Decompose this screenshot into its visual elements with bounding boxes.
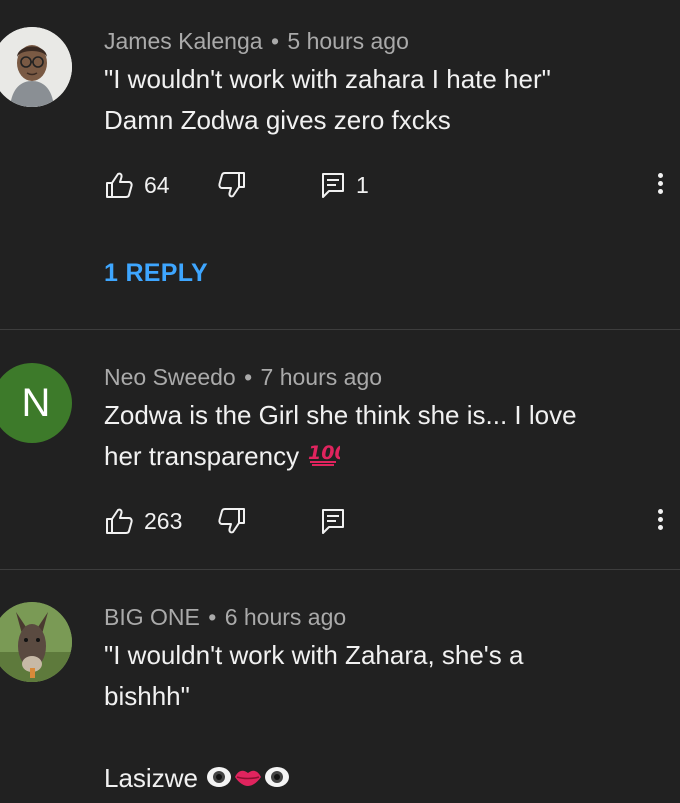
comment-line-wrap: her transparency 100 xyxy=(104,436,644,479)
comment-actions: 64 1 xyxy=(104,170,664,202)
eye-icon xyxy=(205,760,233,801)
comment-line: her transparency xyxy=(104,441,300,471)
dislike-icon[interactable] xyxy=(217,506,247,536)
person-glasses-avatar-icon xyxy=(0,27,72,107)
comment-line: Zodwa is the Girl she think she is... I … xyxy=(104,400,577,430)
comment-meta: BIG ONE • 6 hours ago xyxy=(104,604,346,631)
view-replies-link[interactable]: 1 REPLY xyxy=(104,259,208,288)
donkey-avatar-icon xyxy=(0,602,72,682)
comment-blank-line xyxy=(104,717,644,758)
like-count: 64 xyxy=(144,172,170,198)
dislike-icon[interactable] xyxy=(217,170,247,200)
comment-1: James Kalenga • 5 hours ago "I wouldn't … xyxy=(0,0,680,330)
svg-text:100: 100 xyxy=(308,442,340,464)
author-name[interactable]: James Kalenga xyxy=(104,28,263,54)
author-name[interactable]: Neo Sweedo xyxy=(104,364,236,390)
like-count: 263 xyxy=(144,508,183,534)
comment-line-wrap: Lasizwe xyxy=(104,758,644,801)
comment-meta: James Kalenga • 5 hours ago xyxy=(104,28,409,55)
meta-separator: • xyxy=(270,28,279,54)
comment-line: Lasizwe xyxy=(104,763,198,793)
avatar-letter: N xyxy=(21,380,51,425)
more-options-icon[interactable] xyxy=(654,506,666,536)
reply-icon[interactable] xyxy=(318,506,348,536)
comment-line: Damn Zodwa gives zero fxcks xyxy=(104,105,451,135)
comment-line: "I wouldn't work with Zahara, she's a xyxy=(104,640,524,670)
comment-time[interactable]: 6 hours ago xyxy=(225,604,346,630)
comment-time[interactable]: 7 hours ago xyxy=(261,364,382,390)
comment-meta: Neo Sweedo • 7 hours ago xyxy=(104,364,382,391)
comment-line: bishhh" xyxy=(104,681,190,711)
like-icon[interactable] xyxy=(104,506,134,536)
comment-actions: 263 xyxy=(104,506,664,538)
comment-2: N Neo Sweedo • 7 hours ago Zodwa is the … xyxy=(0,330,680,570)
lips-icon xyxy=(233,760,263,801)
comment-text: "I wouldn't work with Zahara, she's a bi… xyxy=(104,635,644,801)
comment-text: Zodwa is the Girl she think she is... I … xyxy=(104,395,644,479)
author-avatar[interactable]: N xyxy=(0,363,72,443)
author-avatar[interactable] xyxy=(0,27,72,107)
eye-icon xyxy=(263,760,291,801)
meta-separator: • xyxy=(244,364,253,390)
author-avatar[interactable] xyxy=(0,602,72,682)
comment-3: BIG ONE • 6 hours ago "I wouldn't work w… xyxy=(0,570,680,803)
reply-count: 1 xyxy=(356,172,369,198)
author-name[interactable]: BIG ONE xyxy=(104,604,200,630)
like-icon[interactable] xyxy=(104,170,134,200)
more-options-icon[interactable] xyxy=(654,170,666,200)
hundred-points-icon: 100 xyxy=(306,438,348,479)
comment-time[interactable]: 5 hours ago xyxy=(287,28,408,54)
comment-line: "I wouldn't work with zahara I hate her" xyxy=(104,64,551,94)
meta-separator: • xyxy=(208,604,217,630)
reply-icon[interactable] xyxy=(318,170,348,200)
comment-text: "I wouldn't work with zahara I hate her"… xyxy=(104,59,644,141)
